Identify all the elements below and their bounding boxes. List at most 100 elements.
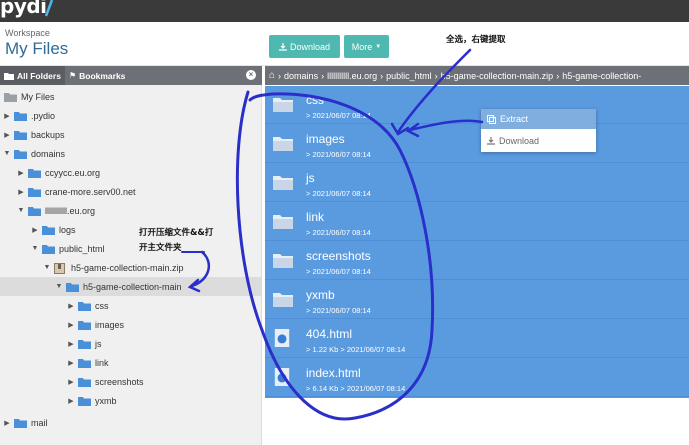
file-meta: > 2021/06/07 08:14 — [306, 189, 371, 198]
close-icon[interactable]: × — [246, 70, 256, 80]
file-meta: > 6.14 Kb > 2021/06/07 08:14 — [306, 384, 406, 393]
tree-item-yxmb[interactable]: ▶ yxmb — [0, 391, 262, 410]
file-row[interactable]: css > 2021/06/07 08:14 — [265, 86, 689, 124]
tree-item-ccyycc[interactable]: ▶ ccyycc.eu.org — [0, 163, 262, 182]
tree-item-label: .pydio — [31, 110, 56, 121]
file-meta: > 2021/06/07 08:14 — [306, 228, 371, 237]
caret-right-icon[interactable]: ▶ — [66, 397, 76, 405]
folder-icon — [78, 396, 91, 406]
file-name: js — [306, 171, 315, 185]
tree-item-label: public_html — [59, 243, 105, 254]
folder-icon — [28, 168, 41, 178]
tree-item-label: mail — [31, 417, 48, 428]
caret-right-icon[interactable]: ▶ — [2, 419, 12, 427]
folder-icon — [28, 187, 41, 197]
folder-icon — [78, 301, 91, 311]
file-meta: > 1.22 Kb > 2021/06/07 08:14 — [306, 345, 406, 354]
file-row[interactable]: images > 2021/06/07 08:14 — [265, 125, 689, 163]
breadcrumb-item[interactable]: h5-game-collection-main.zip — [441, 71, 554, 81]
tree-item-label: ccyycc.eu.org — [45, 167, 101, 178]
caret-right-icon[interactable]: ▶ — [66, 321, 76, 329]
tree-item-label: lllllllllll.eu.org — [45, 205, 96, 216]
caret-right-icon[interactable]: ▶ — [16, 188, 26, 196]
tree-item-link[interactable]: ▶ link — [0, 353, 262, 372]
folder-icon — [14, 149, 27, 159]
tree-item-pydio[interactable]: ▶ .pydio — [0, 106, 262, 125]
tab-bookmarks-label: Bookmarks — [79, 70, 126, 81]
tree-item-domains[interactable]: ▼ domains — [0, 144, 262, 163]
more-button-label: More — [351, 41, 373, 52]
file-row[interactable]: link > 2021/06/07 08:14 — [265, 203, 689, 241]
folder-icon — [273, 176, 293, 190]
more-button[interactable]: More ▼ — [344, 35, 389, 58]
folder-icon — [66, 282, 79, 292]
tab-all-folders[interactable]: All Folders — [0, 66, 65, 85]
tree-item-label: screenshots — [95, 376, 144, 387]
breadcrumb-item[interactable]: lllllllllll.eu.org — [327, 71, 377, 81]
caret-right-icon[interactable]: ▶ — [2, 131, 12, 139]
caret-down-icon[interactable]: ▼ — [54, 283, 64, 290]
tree-item-crane-more[interactable]: ▶ crane-more.serv00.net — [0, 182, 262, 201]
folder-icon — [42, 225, 55, 235]
tree-item-eu-org[interactable]: ▼ lllllllllll.eu.org — [0, 201, 262, 220]
caret-down-icon[interactable]: ▼ — [30, 245, 40, 252]
tree-item-h5-game-collection-main[interactable]: ▼ h5-game-collection-main — [0, 277, 262, 296]
file-list: css > 2021/06/07 08:14 images > 2021/06/… — [265, 86, 689, 398]
breadcrumb-item[interactable]: h5-game-collection- — [562, 71, 641, 81]
tree-item-logs[interactable]: ▶ logs — [0, 220, 262, 239]
breadcrumb-item[interactable]: public_html — [386, 71, 432, 81]
file-name: images — [306, 132, 345, 146]
workspace-label: Workspace — [5, 28, 50, 38]
caret-right-icon[interactable]: ▶ — [66, 340, 76, 348]
file-row[interactable]: 404.html > 1.22 Kb > 2021/06/07 08:14 — [265, 320, 689, 358]
download-icon — [278, 42, 287, 51]
caret-right-icon[interactable]: ▶ — [66, 378, 76, 386]
context-menu-extract[interactable]: Extract — [481, 109, 596, 129]
tree-item-label: js — [95, 338, 102, 349]
download-button[interactable]: Download — [269, 35, 340, 58]
folder-icon — [78, 358, 91, 368]
file-meta: > 2021/06/07 08:14 — [306, 150, 371, 159]
breadcrumb-separator: › — [380, 70, 384, 81]
tree-item-my-files[interactable]: My Files — [0, 87, 262, 106]
breadcrumb-item[interactable]: domains — [284, 71, 318, 81]
tree-item-images[interactable]: ▶ images — [0, 315, 262, 334]
file-row[interactable]: yxmb > 2021/06/07 08:14 — [265, 281, 689, 319]
tab-all-folders-label: All Folders — [17, 70, 61, 81]
caret-right-icon[interactable]: ▶ — [66, 302, 76, 310]
folder-icon — [4, 92, 17, 102]
caret-right-icon[interactable]: ▶ — [16, 169, 26, 177]
logo-slash-icon — [44, 0, 54, 17]
folder-icon — [42, 244, 55, 254]
home-icon[interactable]: ⌂ — [269, 70, 275, 81]
app-logo: pydi — [0, 0, 47, 18]
caret-right-icon[interactable]: ▶ — [2, 112, 12, 120]
context-menu-download[interactable]: Download — [481, 131, 596, 151]
tree-item-label: My Files — [21, 91, 55, 102]
caret-down-icon[interactable]: ▼ — [42, 264, 52, 271]
file-row[interactable]: screenshots > 2021/06/07 08:14 — [265, 242, 689, 280]
tree-item-label: logs — [59, 224, 76, 235]
file-name: index.html — [306, 366, 361, 380]
tree-item-zip[interactable]: ▼ h5-game-collection-main.zip — [0, 258, 262, 277]
tree-item-public-html[interactable]: ▼ public_html — [0, 239, 262, 258]
file-row[interactable]: index.html > 6.14 Kb > 2021/06/07 08:14 — [265, 359, 689, 397]
breadcrumb-separator: › — [434, 70, 438, 81]
tree-item-mail[interactable]: ▶ mail — [0, 413, 262, 432]
caret-down-icon[interactable]: ▼ — [16, 207, 26, 214]
sidebar: All Folders ⚑ Bookmarks × My Files ▶ .py… — [0, 66, 262, 445]
caret-right-icon[interactable]: ▶ — [30, 226, 40, 234]
folder-icon — [14, 130, 27, 140]
caret-right-icon[interactable]: ▶ — [66, 359, 76, 367]
tree-item-css[interactable]: ▶ css — [0, 296, 262, 315]
tab-bookmarks[interactable]: ⚑ Bookmarks — [65, 66, 129, 85]
breadcrumb-separator: › — [556, 70, 560, 81]
file-name: link — [306, 210, 325, 224]
tree-item-screenshots[interactable]: ▶ screenshots — [0, 372, 262, 391]
tree-item-js[interactable]: ▶ js — [0, 334, 262, 353]
tree-item-label: crane-more.serv00.net — [45, 186, 136, 197]
tree-item-backups[interactable]: ▶ backups — [0, 125, 262, 144]
file-row[interactable]: js > 2021/06/07 08:14 — [265, 164, 689, 202]
file-meta: > 2021/06/07 08:14 — [306, 267, 371, 276]
caret-down-icon[interactable]: ▼ — [2, 150, 12, 157]
